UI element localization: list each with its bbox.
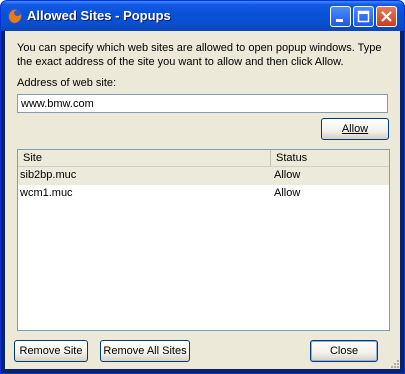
dialog-body: You can specify which web sites are allo…	[5, 31, 400, 369]
allow-button-label: Allow	[341, 123, 369, 135]
close-window-button[interactable]	[376, 6, 397, 27]
table-row[interactable]: sib2bp.muc Allow	[18, 167, 389, 185]
maximize-button[interactable]	[353, 6, 374, 27]
row-status: Allow	[274, 169, 301, 181]
allow-button[interactable]: Allow	[321, 118, 389, 140]
remove-site-label: Remove Site	[19, 345, 83, 357]
firefox-icon	[7, 8, 23, 24]
table-row[interactable]: wcm1.muc Allow	[18, 185, 389, 203]
address-input[interactable]	[17, 94, 388, 113]
address-label: Address of web site:	[17, 77, 117, 89]
row-site: wcm1.muc	[20, 187, 73, 199]
column-header-site[interactable]: Site	[18, 150, 271, 166]
minimize-icon	[336, 19, 343, 22]
minimize-button[interactable]	[330, 6, 351, 27]
row-status: Allow	[274, 187, 301, 199]
close-button-label: Close	[329, 345, 359, 357]
close-button[interactable]: Close	[310, 340, 378, 362]
resize-grip-icon[interactable]	[388, 357, 400, 369]
column-header-status[interactable]: Status	[271, 150, 389, 166]
remove-all-sites-button[interactable]: Remove All Sites	[100, 340, 190, 362]
description-text: You can specify which web sites are allo…	[17, 42, 382, 68]
sites-list[interactable]: Site Status sib2bp.muc Allow wcm1.muc Al…	[17, 149, 390, 331]
row-site: sib2bp.muc	[20, 169, 77, 181]
close-icon	[381, 11, 392, 22]
list-header: Site Status	[18, 150, 389, 167]
maximize-icon	[357, 10, 370, 23]
title-bar[interactable]: Allowed Sites - Popups	[1, 1, 404, 31]
remove-site-button[interactable]: Remove Site	[14, 340, 88, 362]
window-title: Allowed Sites - Popups	[27, 8, 171, 23]
dialog-window: Allowed Sites - Popups You can specify w…	[0, 0, 405, 374]
remove-all-sites-label: Remove All Sites	[103, 345, 187, 357]
